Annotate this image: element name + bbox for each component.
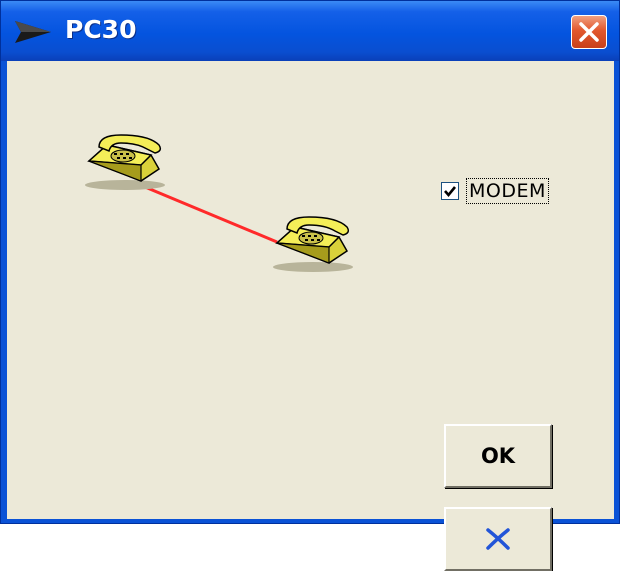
- telephone-icon: [85, 134, 165, 190]
- ok-button[interactable]: OK: [444, 424, 552, 488]
- cancel-button[interactable]: [444, 507, 552, 571]
- x-icon: [486, 528, 510, 550]
- dialog-window: PC30 MODEM OK: [0, 0, 620, 571]
- modem-checkbox[interactable]: [441, 182, 459, 200]
- telephone-icon: [273, 216, 353, 272]
- modem-label[interactable]: MODEM: [466, 178, 549, 204]
- arrow-icon: [15, 21, 51, 43]
- title-bar[interactable]: PC30: [1, 1, 619, 61]
- dialog-client-area: MODEM OK: [7, 61, 614, 571]
- close-icon: [579, 22, 599, 42]
- window-title: PC30: [65, 15, 137, 44]
- modem-checkbox-row[interactable]: MODEM: [441, 177, 549, 205]
- ok-button-label: OK: [480, 444, 516, 468]
- close-button[interactable]: [571, 15, 607, 49]
- checkmark-icon: [444, 186, 457, 198]
